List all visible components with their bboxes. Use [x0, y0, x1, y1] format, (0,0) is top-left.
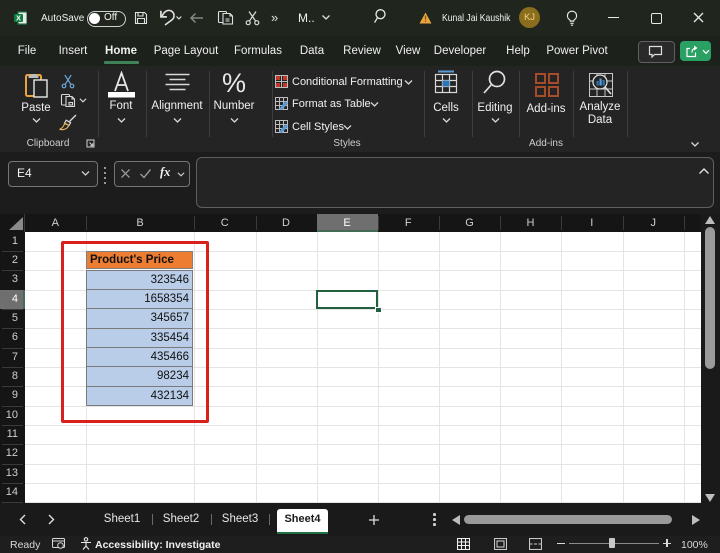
svg-text:X: X	[16, 14, 21, 23]
